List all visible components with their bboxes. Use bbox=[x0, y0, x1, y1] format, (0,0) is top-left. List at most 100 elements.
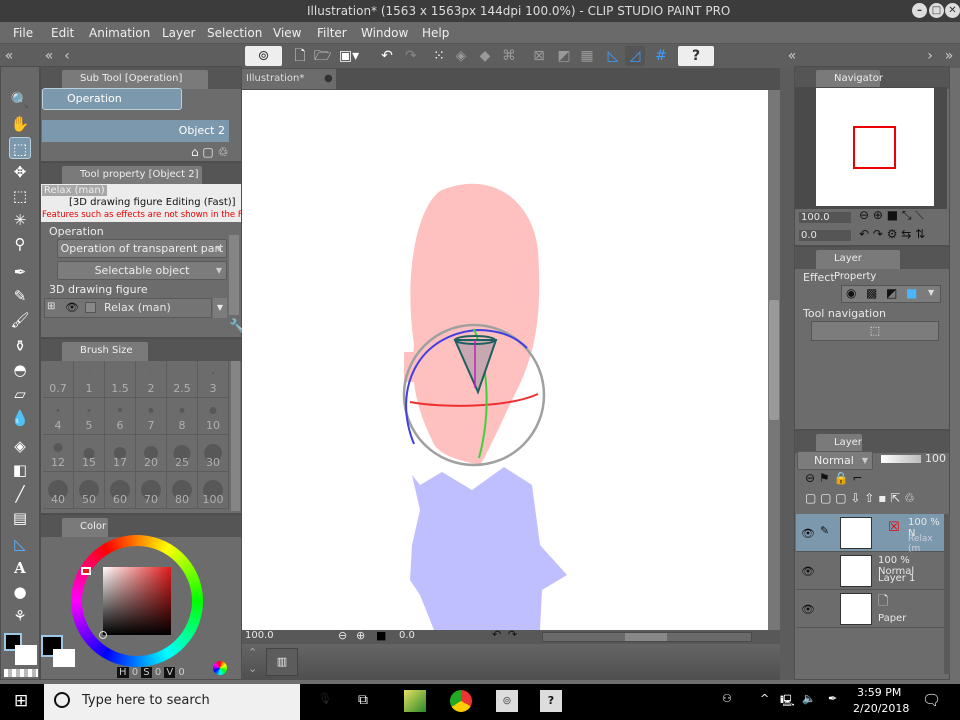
action-center-icon[interactable]: 🗨 bbox=[922, 691, 941, 709]
figure-list-item[interactable]: ⊞ 👁 Relax (man) bbox=[44, 298, 212, 318]
minimize-button[interactable]: – bbox=[912, 3, 927, 18]
brush-size-cell[interactable]: 5 bbox=[74, 398, 105, 435]
show-selection-icon[interactable]: ▦ bbox=[578, 46, 596, 66]
subtool-tab[interactable]: Sub Tool [Operation] bbox=[61, 69, 209, 89]
canvas-vscrollbar[interactable] bbox=[768, 90, 780, 630]
brush-size-cell[interactable]: 30 bbox=[198, 435, 229, 472]
layerprop-tab[interactable]: Layer Property bbox=[815, 249, 901, 282]
brush-size-cell[interactable]: 70 bbox=[136, 472, 167, 509]
redo-icon[interactable]: ↷ bbox=[402, 46, 420, 66]
clip-studio-launcher-icon[interactable]: ⊚ bbox=[496, 690, 518, 712]
brush-size-cell[interactable]: 2.5 bbox=[167, 361, 198, 398]
canvas-rotation-value[interactable]: 0.0 bbox=[399, 630, 415, 641]
pen-workspace-icon[interactable]: ✒ bbox=[828, 692, 837, 705]
pencil-tool-icon[interactable]: ✎ bbox=[9, 285, 31, 307]
eye-icon[interactable]: 👁 bbox=[65, 301, 79, 314]
border-effect-icon[interactable]: ◉ bbox=[846, 286, 856, 300]
deselect-icon[interactable]: ⊠ bbox=[530, 46, 548, 66]
opacity-value[interactable]: 100 bbox=[925, 452, 946, 465]
brush-size-cell[interactable]: 1.5 bbox=[105, 361, 136, 398]
fit-view-icon[interactable]: ■ bbox=[376, 629, 386, 642]
subtool-item-object2[interactable]: Object 2 bbox=[42, 120, 229, 142]
transform-icon[interactable]: ⌘ bbox=[500, 46, 518, 66]
menu-edit[interactable]: Edit bbox=[51, 26, 74, 40]
menu-view[interactable]: View bbox=[273, 26, 301, 40]
pen-tool-icon[interactable]: ✒ bbox=[9, 261, 31, 283]
invert-selection-icon[interactable]: ◩ bbox=[555, 46, 573, 66]
brush-size-cell[interactable]: 25 bbox=[167, 435, 198, 472]
sv-picker[interactable] bbox=[99, 631, 107, 639]
visibility-eye-icon[interactable]: 👁 bbox=[801, 565, 815, 578]
effect-buttons[interactable]: ◉ ▩ ◩ ■ ▼ bbox=[841, 285, 941, 303]
navigator-zoom-value[interactable]: 100.0 bbox=[799, 212, 851, 223]
scroll-down-icon[interactable]: ⌄ bbox=[248, 662, 257, 675]
brush-size-cell[interactable]: 8 bbox=[167, 398, 198, 435]
tab-close-icon[interactable]: ● bbox=[324, 69, 333, 89]
task-view-icon[interactable]: ⧉ bbox=[358, 692, 368, 708]
opacity-slider[interactable] bbox=[881, 455, 921, 463]
windows-start-icon[interactable]: ⊞ bbox=[14, 691, 28, 711]
subtool-item-operation[interactable]: Operation bbox=[42, 88, 182, 110]
expand-right-icon[interactable]: » bbox=[942, 46, 956, 66]
canvas[interactable] bbox=[242, 90, 768, 630]
menu-animation[interactable]: Animation bbox=[89, 26, 150, 40]
canvas-zoom-value[interactable]: 100.0 bbox=[245, 630, 274, 641]
save-icon[interactable]: ▣▾ bbox=[336, 46, 362, 66]
canvas-tab[interactable]: Illustration* ● bbox=[242, 69, 336, 89]
nav-controls-row1[interactable]: ⊖ ⊕ ■ ⤡ ⟍ bbox=[859, 208, 924, 223]
layer-row-layer1[interactable]: 👁 100 % Normal Layer 1 bbox=[796, 552, 944, 590]
timeline-icon[interactable]: ▥ bbox=[266, 648, 298, 676]
edit-pen-icon[interactable]: ✎ bbox=[820, 524, 829, 537]
microphone-icon[interactable]: 🎙 bbox=[318, 692, 332, 705]
chevron-left-icon[interactable]: ‹ bbox=[62, 46, 72, 66]
brush-size-cell[interactable]: 20 bbox=[136, 435, 167, 472]
brush-size-cell[interactable]: 15 bbox=[74, 435, 105, 472]
dock-separator[interactable] bbox=[780, 68, 794, 680]
layer-toolbar-row1[interactable]: ⊖ ⚑ 🔒 ⌐ bbox=[805, 471, 862, 485]
layer-color-icon[interactable]: ◩ bbox=[886, 286, 897, 300]
nav-controls-row2[interactable]: ↶ ↷ ⚙ ⇆ ⇅ bbox=[859, 227, 925, 241]
transparent-color-swatch[interactable] bbox=[4, 669, 38, 677]
eyedropper-tool-icon[interactable]: ⚲ bbox=[9, 233, 31, 255]
brush-size-cell[interactable]: 100 bbox=[198, 472, 229, 509]
color-tab[interactable]: Color bbox=[61, 517, 109, 537]
people-icon[interactable]: ⚇ bbox=[722, 692, 732, 705]
new-file-icon[interactable]: 🗋 bbox=[292, 46, 308, 66]
maximize-button[interactable]: □ bbox=[929, 3, 944, 18]
brush-size-cell[interactable]: 1 bbox=[74, 361, 105, 398]
snap-special-ruler-icon[interactable]: ◿ bbox=[625, 46, 645, 66]
brush-size-cell[interactable]: 50 bbox=[74, 472, 105, 509]
snap-ruler-icon[interactable]: ◺ bbox=[604, 46, 622, 66]
collapse-icon[interactable]: « bbox=[42, 46, 56, 66]
blend-mode-dropdown[interactable]: Normal bbox=[797, 451, 873, 470]
undo-icon[interactable]: ↶ bbox=[378, 46, 396, 66]
volume-icon[interactable]: 🔈 bbox=[802, 692, 816, 705]
menu-selection[interactable]: Selection bbox=[207, 26, 262, 40]
rotate-left-icon[interactable]: ↶ bbox=[492, 628, 501, 641]
selectable-object-dropdown[interactable]: Selectable object bbox=[57, 261, 227, 280]
menu-window[interactable]: Window bbox=[361, 26, 408, 40]
clip-studio-icon[interactable]: ⊚ bbox=[245, 46, 282, 66]
chevron-right-icon[interactable]: › bbox=[925, 46, 935, 66]
hscroll-thumb[interactable] bbox=[625, 633, 667, 641]
clip-studio-paint-icon[interactable]: ? bbox=[540, 690, 562, 712]
brushsize-tab[interactable]: Brush Size bbox=[61, 341, 149, 361]
menu-file[interactable]: File bbox=[13, 26, 33, 40]
navigator-view[interactable] bbox=[795, 87, 947, 209]
sub-color-swatch[interactable] bbox=[15, 645, 37, 665]
tone-effect-icon[interactable]: ▩ bbox=[866, 286, 877, 300]
brush-size-cell[interactable]: 17 bbox=[105, 435, 136, 472]
blend-tool-icon[interactable]: 💧 bbox=[9, 407, 31, 429]
color-menu-icon[interactable] bbox=[213, 661, 227, 675]
operation-tool-icon[interactable]: ⬚ bbox=[9, 137, 31, 159]
show-hidden-icons[interactable]: ^ bbox=[760, 692, 769, 705]
zoom-tool-icon[interactable]: 🔍 bbox=[9, 89, 31, 111]
visibility-eye-icon[interactable]: 👁 bbox=[801, 603, 815, 616]
menu-layer[interactable]: Layer bbox=[162, 26, 195, 40]
frame-border-tool-icon[interactable]: ▤ bbox=[9, 507, 31, 529]
color-sub-swatch[interactable] bbox=[53, 649, 75, 667]
selection-tool-icon[interactable]: ⬚ bbox=[9, 185, 31, 207]
brush-size-cell[interactable]: 40 bbox=[43, 472, 74, 509]
taskbar-search[interactable]: Type here to search 🎙 bbox=[44, 684, 332, 720]
hue-picker[interactable] bbox=[81, 567, 91, 575]
